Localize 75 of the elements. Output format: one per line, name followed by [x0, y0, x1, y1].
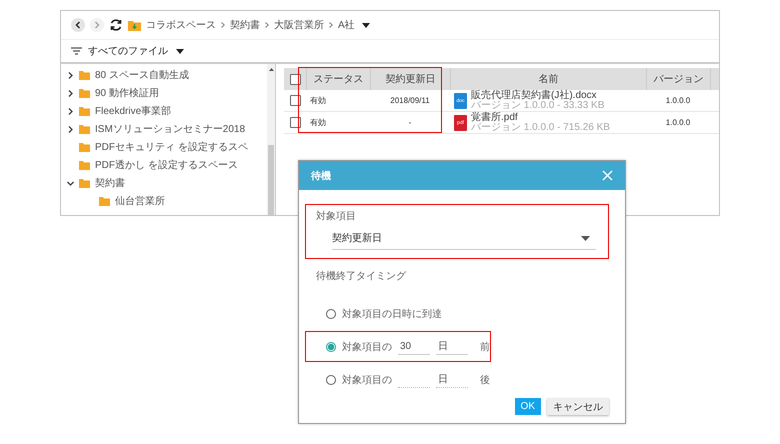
breadcrumb-link[interactable]: コラボスペース	[146, 18, 216, 32]
folder-icon	[79, 106, 90, 116]
option-suffix: 前	[480, 340, 490, 354]
option-label: 対象項目の	[342, 340, 392, 354]
chevron-right-icon[interactable]	[67, 126, 74, 132]
folder-icon	[128, 20, 141, 30]
file-meta: バージョン 1.0.0.0 - 33.33 KB	[471, 100, 604, 110]
breadcrumb-link[interactable]: A社	[338, 18, 355, 32]
days-input[interactable]: 30	[398, 338, 430, 354]
column-header[interactable]: 名前	[450, 68, 646, 90]
breadcrumb-link[interactable]: 大阪営業所	[274, 18, 324, 32]
chevron-right-icon	[221, 22, 225, 28]
scrollbar-thumb[interactable]	[268, 145, 274, 215]
chevron-left-icon	[74, 21, 82, 29]
refresh-icon[interactable]	[109, 18, 123, 32]
breadcrumb-link[interactable]: 契約書	[230, 18, 260, 32]
scrollbar[interactable]	[267, 64, 275, 215]
checkbox[interactable]	[290, 117, 300, 128]
caret-icon[interactable]	[176, 48, 184, 54]
column-header[interactable]: ステータス	[306, 68, 370, 90]
unit-select[interactable]: 日	[436, 338, 468, 354]
version-text: 1.0.0.0	[666, 118, 690, 127]
folder-icon	[79, 70, 90, 80]
file-name[interactable]: 販売代理店契約書(J社).docx	[471, 90, 604, 100]
chevron-right-icon	[93, 21, 101, 29]
section-label: 待機終了タイミング	[316, 270, 407, 283]
renewal-date: 2018/09/11	[390, 96, 430, 105]
version-text: 1.0.0.0	[666, 96, 690, 105]
column-header[interactable]: 契約更新日	[370, 68, 450, 90]
option-label: 対象項目の日時に到達	[342, 308, 442, 320]
folder-name[interactable]: 80 スペース自動生成	[95, 68, 189, 82]
close-icon[interactable]	[602, 170, 613, 181]
folder-name[interactable]: PDFセキュリティ を設定するスペ	[95, 140, 248, 154]
folder-name[interactable]: PDF透かし を設定するスペース	[95, 158, 238, 172]
folder-name[interactable]: Fleekdrive事業部	[95, 104, 172, 118]
back-button[interactable]	[71, 18, 85, 32]
folder-icon	[79, 178, 90, 188]
status-text: 有効	[310, 95, 326, 106]
chevron-right-icon[interactable]	[67, 72, 74, 78]
column-header[interactable]: バージョン	[646, 68, 710, 90]
chevron-right-icon[interactable]	[67, 108, 74, 114]
file-name[interactable]: 覚書所.pdf	[471, 112, 610, 122]
field-label: 対象項目	[316, 210, 357, 223]
dialog-title: 待機	[311, 170, 331, 182]
file-meta: バージョン 1.0.0.0 - 715.26 KB	[471, 122, 610, 132]
target-select[interactable]: 契約更新日	[332, 231, 596, 250]
radio-button[interactable]	[326, 374, 336, 384]
folder-name[interactable]: 契約書	[95, 176, 125, 190]
status-text: 有効	[310, 117, 326, 128]
radio-button[interactable]	[326, 308, 336, 318]
folder-icon	[79, 142, 90, 152]
renewal-date: -	[408, 118, 412, 127]
chevron-down-icon[interactable]	[67, 180, 74, 186]
folder-name[interactable]: 仙台営業所	[115, 194, 165, 208]
folder-name[interactable]: ISMソリューションセミナー2018	[95, 122, 246, 136]
chevron-right-icon	[329, 22, 333, 28]
filter-icon	[71, 47, 82, 55]
folder-name[interactable]: 90 動作検証用	[95, 86, 159, 100]
scroll-up-icon[interactable]	[268, 68, 274, 71]
folder-icon	[99, 196, 110, 206]
option-label: 対象項目の	[342, 374, 392, 386]
folder-icon	[79, 124, 90, 134]
chevron-right-icon	[265, 22, 269, 28]
file-filter-dropdown[interactable]: すべてのファイル	[88, 44, 168, 58]
caret-icon[interactable]	[362, 22, 370, 28]
chevron-right-icon[interactable]	[67, 90, 74, 96]
checkbox[interactable]	[290, 74, 300, 84]
folder-icon	[79, 160, 90, 170]
cancel-button[interactable]: キャンセル	[547, 398, 609, 415]
unit-select[interactable]: 日	[436, 372, 468, 388]
option-suffix: 後	[480, 374, 490, 386]
radio-button[interactable]	[326, 342, 336, 352]
checkbox[interactable]	[290, 95, 300, 106]
folder-icon	[79, 88, 90, 98]
caret-icon	[581, 236, 590, 240]
